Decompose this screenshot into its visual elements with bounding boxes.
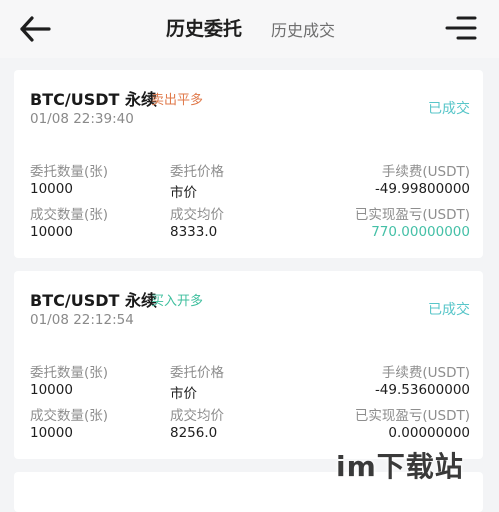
order-price-value: 市价 [170,386,197,402]
order-side-tag: 买入开多 [151,294,204,309]
order-side-tag: 卖出平多 [151,93,204,108]
contract-pair: BTC/USDT 永续 [30,291,157,310]
order-price-label: 委托价格 [170,365,224,381]
avg-price-label: 成交均价 [170,408,224,424]
filled-qty-value: 10000 [30,224,73,240]
order-status: 已成交 [428,302,470,318]
order-price-label: 委托价格 [170,164,224,180]
realized-pnl-label: 已实现盈亏(USDT) [354,207,470,223]
tab-order-history[interactable]: 历史委托 [166,14,242,41]
order-card[interactable]: BTC/USDT 永续 买入开多 01/08 22:12:54 已成交 委托数量… [14,271,483,459]
order-time: 01/08 22:39:40 [30,111,134,127]
filter-lines-icon[interactable] [444,13,478,43]
filled-qty-label: 成交数量(张) [30,207,109,223]
watermark-text: im下载站 [336,450,464,483]
realized-pnl-label: 已实现盈亏(USDT) [354,408,470,424]
order-qty-value: 10000 [30,382,73,398]
tab-trade-history[interactable]: 历史成交 [271,17,335,41]
top-bar: 历史委托 历史成交 [0,0,499,58]
contract-pair: BTC/USDT 永续 [30,90,157,109]
arrow-left-icon[interactable] [18,14,52,44]
filled-qty-value: 10000 [30,425,73,441]
order-qty-value: 10000 [30,181,73,197]
order-time: 01/08 22:12:54 [30,312,134,328]
filled-qty-label: 成交数量(张) [30,408,109,424]
fee-label: 手续费(USDT) [381,365,470,381]
realized-pnl-value: 0.00000000 [388,425,470,441]
fee-label: 手续费(USDT) [381,164,470,180]
order-qty-label: 委托数量(张) [30,164,109,180]
order-card[interactable]: BTC/USDT 永续 卖出平多 01/08 22:39:40 已成交 委托数量… [14,70,483,258]
fee-value: -49.53600000 [374,382,470,398]
fee-value: -49.99800000 [374,181,470,197]
order-status: 已成交 [428,101,470,117]
avg-price-label: 成交均价 [170,207,224,223]
avg-price-value: 8256.0 [170,425,218,441]
realized-pnl-value: 770.00000000 [371,224,470,240]
order-qty-label: 委托数量(张) [30,365,109,381]
avg-price-value: 8333.0 [170,224,218,240]
order-price-value: 市价 [170,185,197,201]
